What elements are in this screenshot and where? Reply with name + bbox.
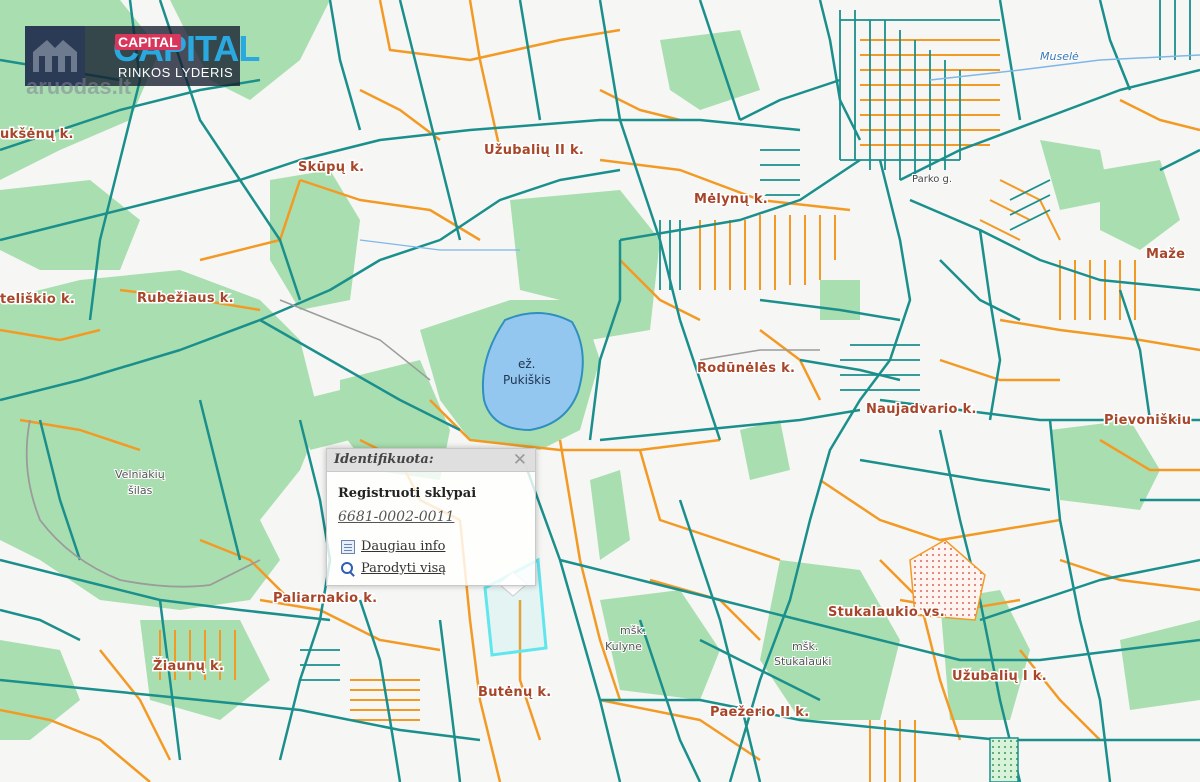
popup-title: Identifikuota: xyxy=(334,452,434,467)
more-info-link[interactable]: Daugiau info xyxy=(341,539,445,554)
place-label: Rodūnėlės k. xyxy=(697,361,795,376)
watermark: aruodas.lt xyxy=(26,74,132,99)
place-label: Maže xyxy=(1146,247,1185,262)
document-icon xyxy=(341,539,355,554)
close-icon[interactable]: ✕ xyxy=(513,450,527,470)
place-label: Užubalių II k. xyxy=(484,143,584,158)
place-label: Paežerio II k. xyxy=(710,705,809,720)
magnifier-icon xyxy=(341,561,355,576)
place-label: Naujadvario k. xyxy=(866,402,977,417)
parcel-id-link[interactable]: 6681-0002-0011 xyxy=(338,509,454,525)
place-label: ukšėnų k. xyxy=(0,127,74,142)
lake-prefix: ež. xyxy=(518,357,536,371)
more-info-label: Daugiau info xyxy=(361,539,446,554)
place-label: Žiaunų k. xyxy=(153,658,224,674)
logo-brand-badge: CAPITAL xyxy=(115,34,181,50)
place-label: Rubežiaus k. xyxy=(137,291,234,306)
place-label: Pievoniškiu xyxy=(1104,413,1191,428)
show-all-label: Parodyti visą xyxy=(361,561,447,576)
lake-name: Pukiškis xyxy=(503,373,551,387)
forest-label-line2: šilas xyxy=(128,484,153,497)
logo-tagline: RINKOS LYDERIS xyxy=(118,65,234,80)
show-all-link[interactable]: Parodyti visą xyxy=(341,561,446,576)
place-label: Mėlynų k. xyxy=(694,192,768,207)
river-label: Muselė xyxy=(1040,50,1079,63)
place-label: Butėnų k. xyxy=(478,685,552,700)
street-label: Parko g. xyxy=(912,174,952,185)
place-label: Stukalaukio vs. xyxy=(828,605,945,620)
place-label: Skūpų k. xyxy=(298,160,364,175)
place-label: Paliarnakio k. xyxy=(273,591,377,606)
identification-popup: Identifikuota: ✕ Registruoti sklypai 668… xyxy=(326,448,536,586)
minor-label-line1: mšk. xyxy=(792,640,818,653)
popup-title-bar: Identifikuota: ✕ xyxy=(327,449,535,472)
place-label: Užubalių I k. xyxy=(952,669,1047,684)
hatched-area-green xyxy=(989,737,1019,782)
minor-label-line2: Kulyne xyxy=(605,640,642,653)
place-label: teliškio k. xyxy=(0,292,75,307)
forest-label-line1: Velniakių xyxy=(115,468,165,481)
cadastral-map[interactable]: ež. Pukiškis ukšėnų k. Skūpų k. Užubalių… xyxy=(0,0,1200,782)
minor-label-line1: mšk. xyxy=(620,624,646,637)
popup-section-title: Registruoti sklypai xyxy=(338,486,477,501)
minor-label-line2: Stukalauki xyxy=(774,655,831,668)
